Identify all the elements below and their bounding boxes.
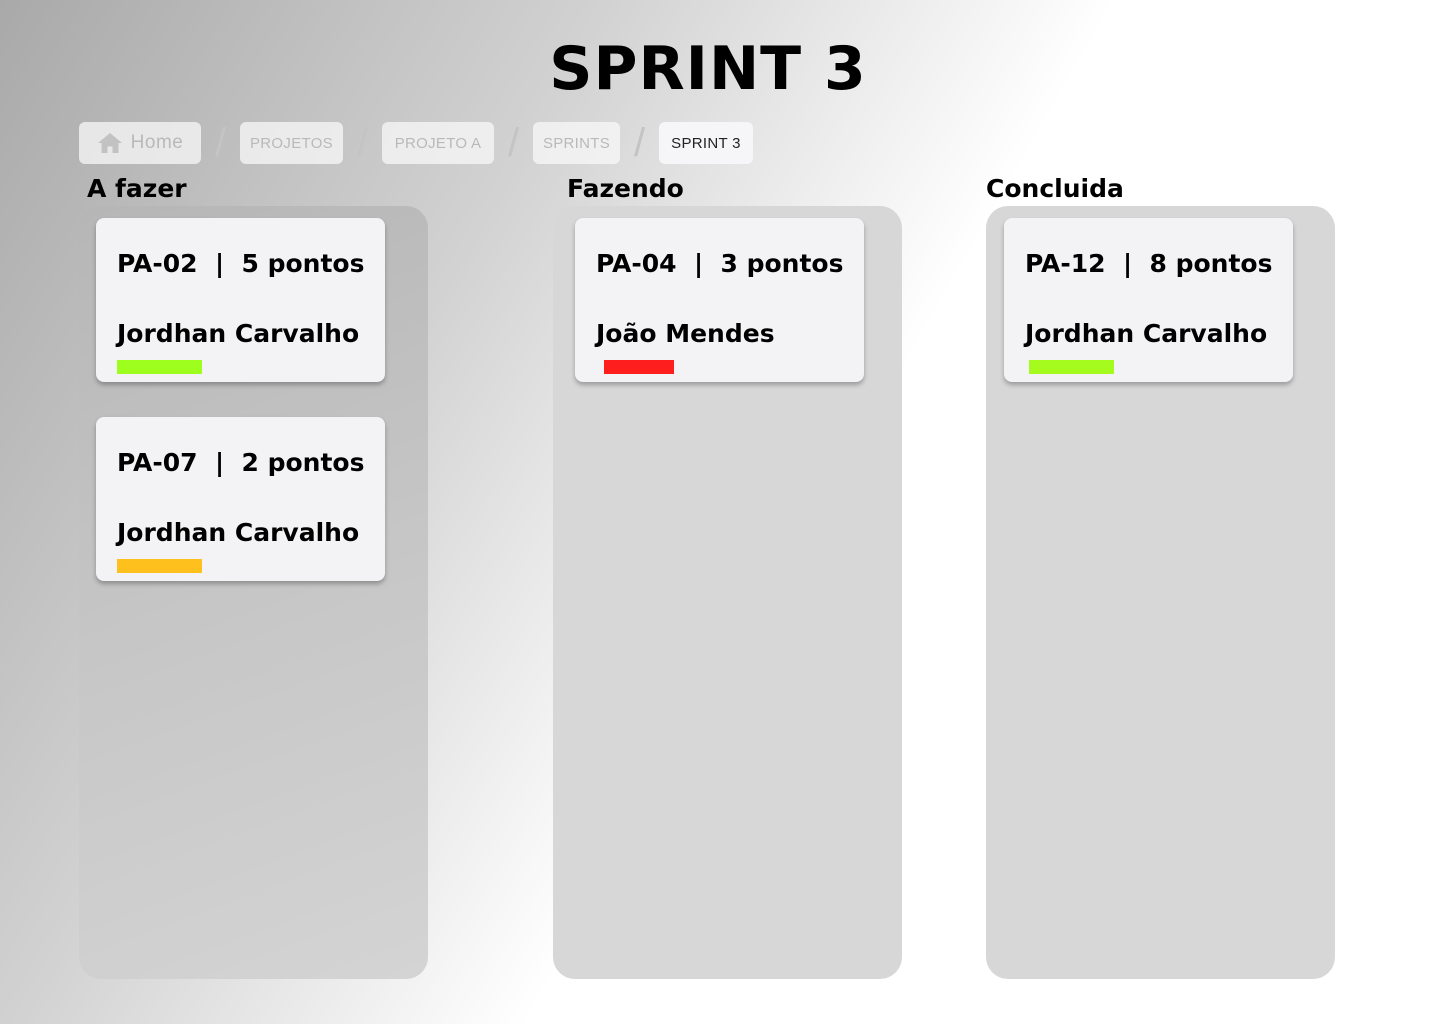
priority-bar <box>604 360 674 374</box>
breadcrumb-item-projeto-a[interactable]: PROJETO A <box>382 122 494 164</box>
column-title-doing: Fazendo <box>567 174 684 203</box>
column-doing[interactable]: PA-04 | 3 pontos João Mendes <box>553 206 902 979</box>
breadcrumb: Home / PROJETOS / PROJETO A / SPRINTS / … <box>79 122 753 164</box>
column-done[interactable]: PA-12 | 8 pontos Jordhan Carvalho <box>986 206 1335 979</box>
breadcrumb-item-sprints[interactable]: SPRINTS <box>533 122 620 164</box>
card-title: PA-02 | 5 pontos <box>117 249 365 278</box>
column-title-done: Concluida <box>986 174 1124 203</box>
card-assignee: João Mendes <box>596 319 775 348</box>
breadcrumb-separator: / <box>356 121 369 165</box>
column-todo[interactable]: PA-02 | 5 pontos Jordhan Carvalho PA-07 … <box>79 206 428 979</box>
card-title: PA-04 | 3 pontos <box>596 249 844 278</box>
card-title: PA-12 | 8 pontos <box>1025 249 1273 278</box>
task-card[interactable]: PA-07 | 2 pontos Jordhan Carvalho <box>96 417 385 581</box>
card-title: PA-07 | 2 pontos <box>117 448 365 477</box>
breadcrumb-separator: / <box>214 121 227 165</box>
priority-bar <box>117 360 202 374</box>
column-title-todo: A fazer <box>87 174 187 203</box>
priority-bar <box>1029 360 1114 374</box>
breadcrumb-separator: / <box>507 121 520 165</box>
task-card[interactable]: PA-02 | 5 pontos Jordhan Carvalho <box>96 218 385 382</box>
task-card[interactable]: PA-04 | 3 pontos João Mendes <box>575 218 864 382</box>
breadcrumb-home-label: Home <box>130 132 184 153</box>
card-assignee: Jordhan Carvalho <box>117 319 360 348</box>
home-icon <box>97 133 122 153</box>
page-title: SPRINT 3 <box>549 34 867 104</box>
breadcrumb-item-projetos[interactable]: PROJETOS <box>240 122 343 164</box>
breadcrumb-home[interactable]: Home <box>79 122 201 164</box>
breadcrumb-item-current[interactable]: SPRINT 3 <box>659 122 753 164</box>
task-card[interactable]: PA-12 | 8 pontos Jordhan Carvalho <box>1004 218 1293 382</box>
card-assignee: Jordhan Carvalho <box>1025 319 1268 348</box>
breadcrumb-separator: / <box>633 121 646 165</box>
priority-bar <box>117 559 202 573</box>
card-assignee: Jordhan Carvalho <box>117 518 360 547</box>
